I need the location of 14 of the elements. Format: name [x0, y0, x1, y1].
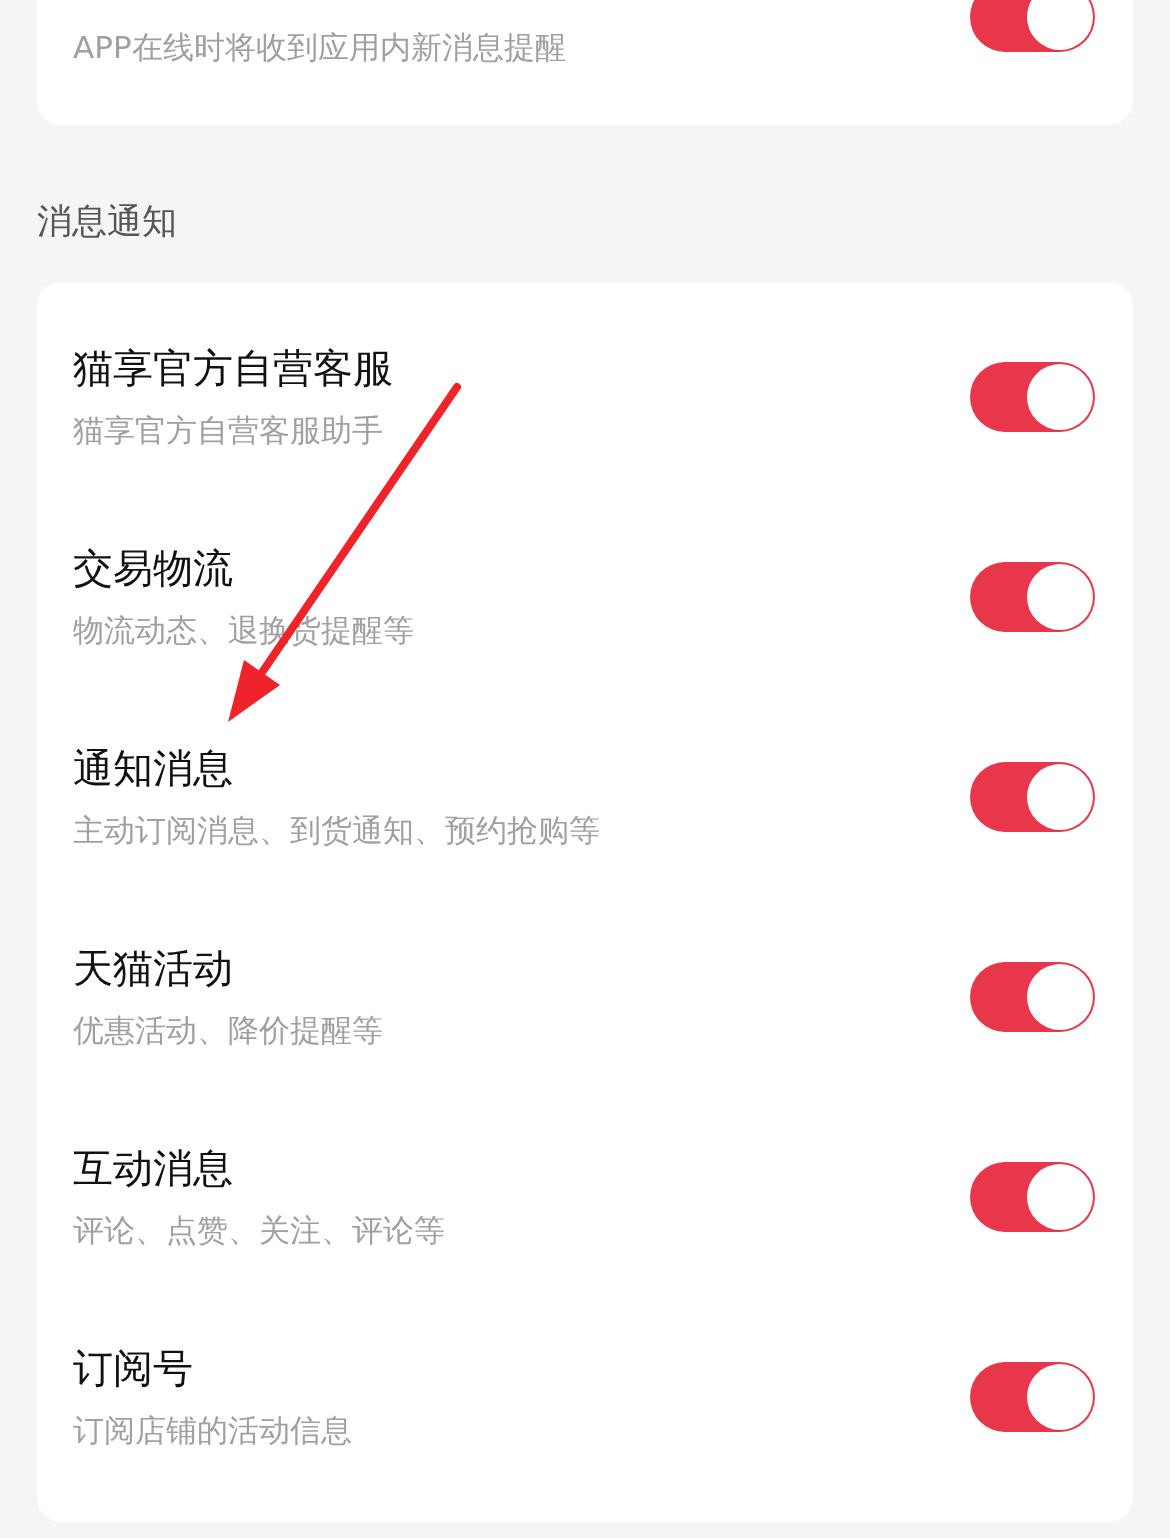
- setting-title: 订阅号: [73, 1343, 194, 1392]
- toggle-switch[interactable]: [970, 0, 1095, 52]
- setting-title: 通知消息: [73, 743, 234, 792]
- setting-title: 交易物流: [73, 543, 234, 592]
- setting-description: 评论、点赞、关注、评论等: [73, 1210, 445, 1250]
- setting-description: 主动订阅消息、到货通知、预约抢购等: [73, 810, 600, 850]
- section-heading: 消息通知: [37, 201, 177, 241]
- setting-title: 天猫活动: [73, 943, 234, 992]
- setting-description: APP在线时将收到应用内新消息提醒: [73, 28, 566, 67]
- setting-description: 优惠活动、降价提醒等: [73, 1010, 383, 1050]
- setting-title: 猫享官方自营客服: [73, 343, 393, 392]
- setting-description: 猫享官方自营客服助手: [73, 410, 384, 450]
- setting-description: 订阅店铺的活动信息: [73, 1410, 352, 1450]
- setting-title: 互动消息: [73, 1143, 234, 1192]
